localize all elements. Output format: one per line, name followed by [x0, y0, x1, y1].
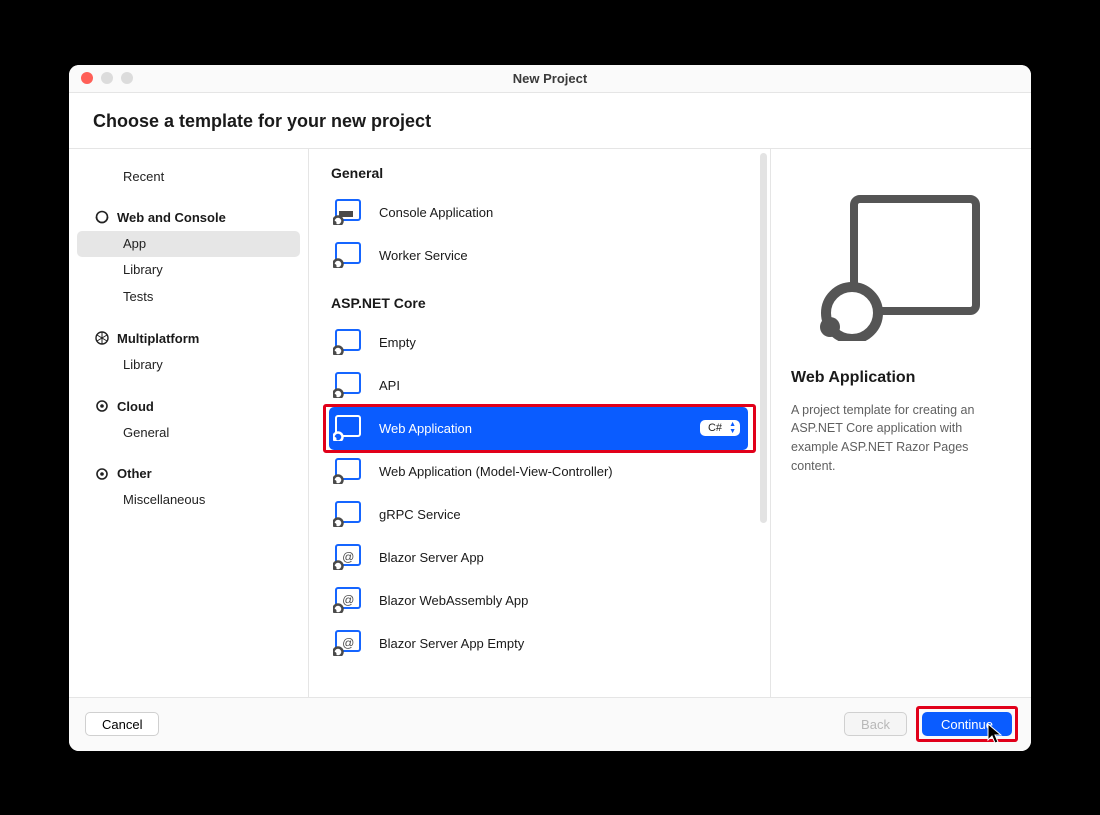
- template-blazor-server[interactable]: @ Blazor Server App: [329, 536, 748, 579]
- empty-template-icon: [333, 329, 363, 355]
- web-app-icon: [333, 415, 363, 441]
- template-label: API: [379, 378, 400, 393]
- sidebar-group-label: Cloud: [117, 399, 154, 414]
- close-window-button[interactable]: [81, 72, 93, 84]
- api-template-icon: [333, 372, 363, 398]
- template-label: Console Application: [379, 205, 493, 220]
- template-api[interactable]: API: [329, 364, 748, 407]
- sidebar-group-label: Multiplatform: [117, 331, 199, 346]
- new-project-dialog: New Project Choose a template for your n…: [69, 65, 1031, 751]
- grpc-template-icon: [333, 501, 363, 527]
- svg-text:@: @: [342, 636, 354, 650]
- sidebar-group-other[interactable]: Other: [77, 460, 300, 487]
- template-blazor-server-empty[interactable]: @ Blazor Server App Empty: [329, 622, 748, 665]
- other-icon: [95, 467, 109, 481]
- template-label: Web Application: [379, 421, 472, 436]
- sidebar-group-label: Web and Console: [117, 210, 226, 225]
- sidebar-group-multiplatform[interactable]: Multiplatform: [77, 325, 300, 352]
- multiplatform-icon: [95, 331, 109, 345]
- minimize-window-button: [101, 72, 113, 84]
- language-select[interactable]: C# ▲ ▼: [700, 420, 740, 436]
- sidebar-item-library[interactable]: Library: [77, 257, 300, 284]
- zoom-window-button: [121, 72, 133, 84]
- sidebar-item-mp-library[interactable]: Library: [77, 352, 300, 379]
- blazor-wasm-icon: @: [333, 587, 363, 613]
- template-label: Blazor Server App Empty: [379, 636, 524, 651]
- template-web-application-mvc[interactable]: Web Application (Model-View-Controller): [329, 450, 748, 493]
- sidebar-group-web-console[interactable]: Web and Console: [77, 204, 300, 231]
- sidebar-item-recent[interactable]: Recent: [77, 163, 300, 190]
- template-grpc-service[interactable]: gRPC Service: [329, 493, 748, 536]
- cloud-icon: [95, 399, 109, 413]
- template-list-panel: General Console Application Worker Servi…: [309, 149, 771, 697]
- category-sidebar: Recent Web and Console App Library Tests…: [69, 149, 309, 697]
- template-label: Blazor Server App: [379, 550, 484, 565]
- sidebar-item-tests[interactable]: Tests: [77, 284, 300, 311]
- template-detail-panel: Web Application A project template for c…: [771, 149, 1031, 697]
- section-header-general: General: [331, 165, 748, 181]
- mvc-template-icon: [333, 458, 363, 484]
- sidebar-group-cloud[interactable]: Cloud: [77, 393, 300, 420]
- section-header-aspnet: ASP.NET Core: [331, 295, 748, 311]
- chevron-up-icon: ▲: [729, 421, 736, 428]
- web-console-icon: [95, 210, 109, 224]
- template-blazor-wasm[interactable]: @ Blazor WebAssembly App: [329, 579, 748, 622]
- template-label: Web Application (Model-View-Controller): [379, 464, 613, 479]
- template-label: Blazor WebAssembly App: [379, 593, 528, 608]
- template-label: Empty: [379, 335, 416, 350]
- template-worker-service[interactable]: Worker Service: [329, 234, 748, 277]
- template-empty[interactable]: Empty: [329, 321, 748, 364]
- dialog-footer: Cancel Back Continue: [69, 697, 1031, 751]
- traffic-lights: [81, 72, 133, 84]
- scrollbar[interactable]: [760, 153, 767, 523]
- sidebar-item-cloud-general[interactable]: General: [77, 420, 300, 447]
- blazor-server-empty-icon: @: [333, 630, 363, 656]
- sidebar-group-label: Other: [117, 466, 152, 481]
- template-console-application[interactable]: Console Application: [329, 191, 748, 234]
- console-icon: [333, 199, 363, 225]
- page-title: Choose a template for your new project: [69, 93, 1031, 149]
- titlebar: New Project: [69, 65, 1031, 93]
- language-select-value: C#: [708, 422, 722, 434]
- chevron-down-icon: ▼: [729, 428, 736, 435]
- detail-title: Web Application: [791, 369, 1011, 387]
- detail-description: A project template for creating an ASP.N…: [791, 401, 1011, 476]
- svg-text:@: @: [342, 593, 354, 607]
- continue-button[interactable]: Continue: [922, 712, 1012, 736]
- blazor-server-icon: @: [333, 544, 363, 570]
- sidebar-item-app[interactable]: App: [77, 231, 300, 258]
- sidebar-item-misc[interactable]: Miscellaneous: [77, 487, 300, 514]
- back-button: Back: [844, 712, 907, 736]
- worker-service-icon: [333, 242, 363, 268]
- dialog-body: Recent Web and Console App Library Tests…: [69, 149, 1031, 697]
- template-label: gRPC Service: [379, 507, 461, 522]
- web-application-large-icon: [816, 191, 986, 341]
- svg-text:@: @: [342, 550, 354, 564]
- template-web-application[interactable]: Web Application C# ▲ ▼: [329, 407, 748, 450]
- cancel-button[interactable]: Cancel: [85, 712, 159, 736]
- window-title: New Project: [69, 71, 1031, 86]
- template-label: Worker Service: [379, 248, 468, 263]
